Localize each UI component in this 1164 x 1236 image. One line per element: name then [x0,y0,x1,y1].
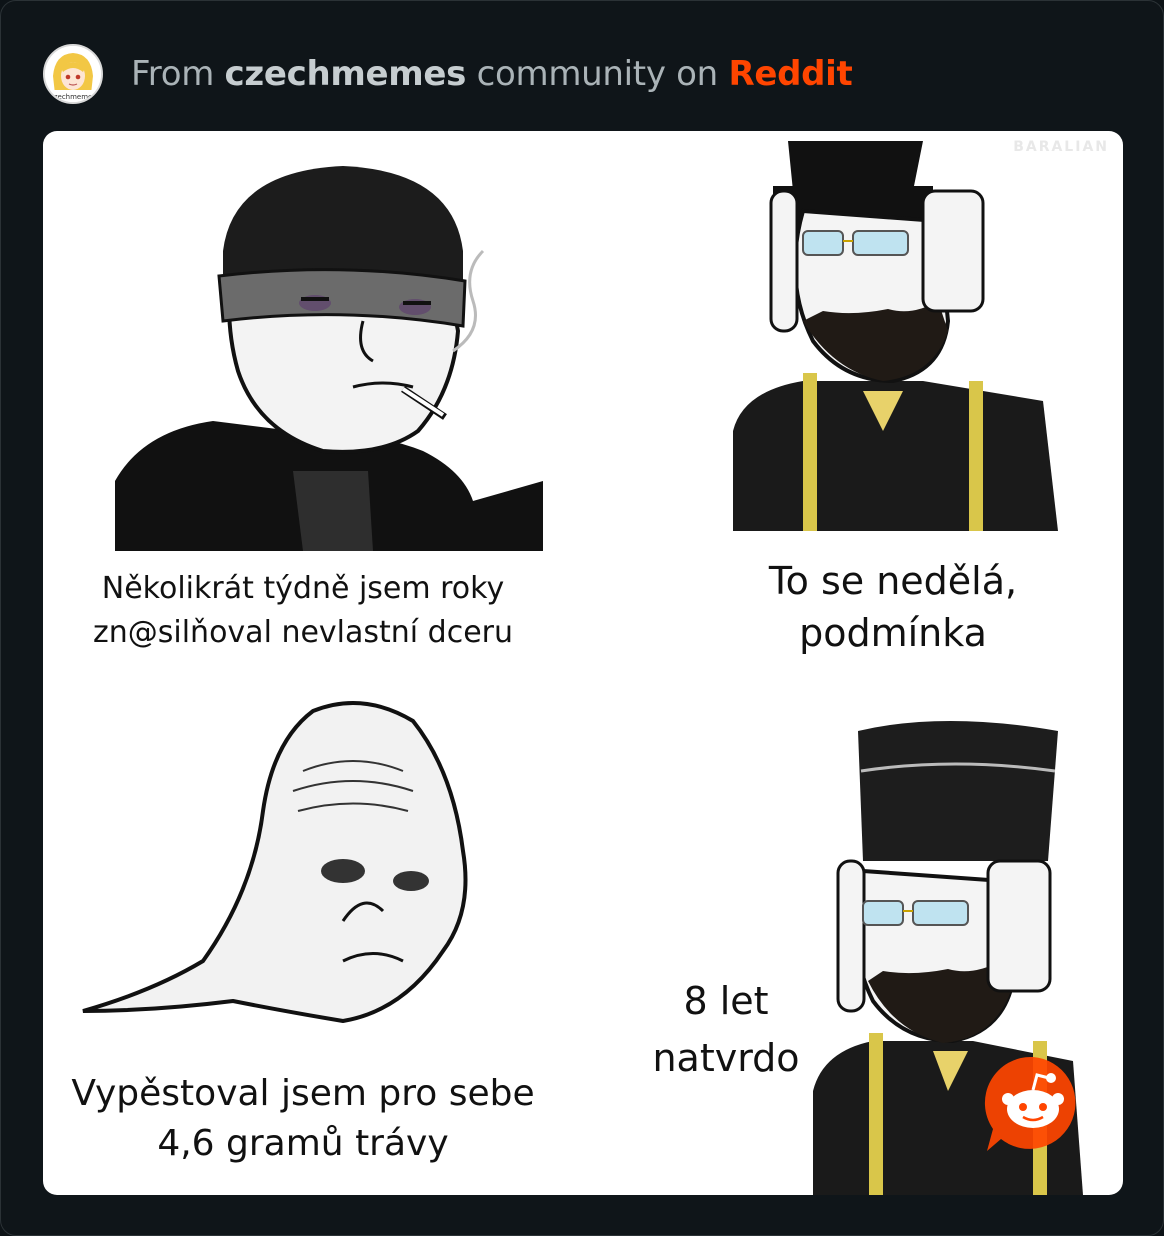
panel3-caption-line2: 4,6 gramů trávy [157,1123,449,1165]
panel4-caption-line1: 8 let [683,979,769,1023]
panel1-caption: Několikrát týdně jsem roky zn@silňoval n… [63,567,543,654]
meme-image[interactable]: BARALIAN Několikrát týdně jsem roky zn@s… [43,131,1123,1195]
reddit-link[interactable]: Reddit [728,54,852,94]
meme-illustration [82,141,1083,1195]
reddit-share-card: czechmemes From czechmemes community on … [0,0,1164,1236]
panel3-caption: Vypěstoval jsem pro sebe 4,6 gramů trávy [63,1069,543,1170]
source-line: From czechmemes community on Reddit [131,54,853,94]
panel2-caption-line1: To se nedělá, [768,559,1018,603]
community-avatar[interactable]: czechmemes [43,44,103,104]
community-link[interactable]: czechmemes [225,54,467,94]
anime-avatar-icon: czechmemes [45,46,101,102]
wojak-beanie-figure [115,166,543,551]
panel4-caption: 8 let natvrdo [631,973,821,1087]
source-prefix: From [131,54,225,94]
judge-figure-top [733,141,1058,531]
panel2-caption-line2: podmínka [799,611,987,656]
panel2-caption: To se nedělá, podmínka [733,555,1053,660]
panel3-caption-line1: Vypěstoval jsem pro sebe [71,1073,535,1114]
svg-text:czechmemes: czechmemes [50,93,96,101]
reddit-snoo-icon [984,1056,1076,1151]
withered-wojak-figure [82,701,468,1024]
artist-watermark: BARALIAN [1013,139,1109,155]
panel1-caption-line2: zn@silňoval nevlastní dceru [93,614,513,650]
source-header: czechmemes From czechmemes community on … [43,43,853,105]
panel1-caption-line1: Několikrát týdně jsem roky [101,571,505,606]
source-middle: community on [466,54,729,94]
panel4-caption-line2: natvrdo [652,1036,800,1080]
